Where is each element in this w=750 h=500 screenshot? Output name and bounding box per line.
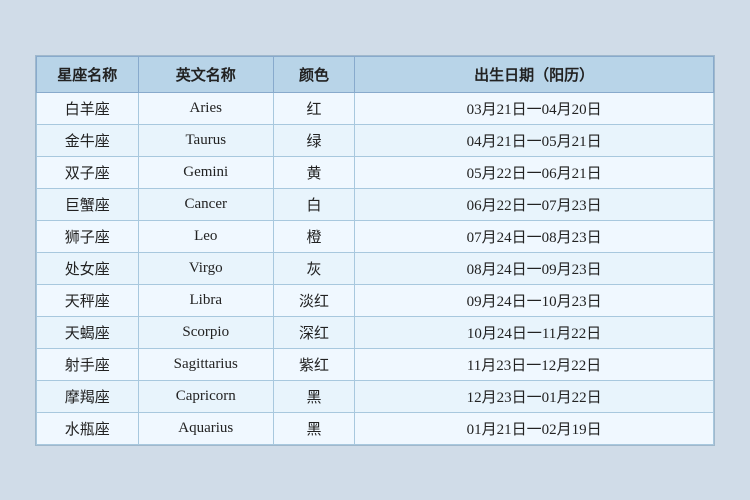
cell-color: 绿	[273, 124, 354, 156]
table-row: 摩羯座Capricorn黑12月23日一01月22日	[37, 380, 714, 412]
cell-zh: 白羊座	[37, 92, 139, 124]
cell-date: 08月24日一09月23日	[355, 252, 714, 284]
cell-zh: 摩羯座	[37, 380, 139, 412]
header-color: 颜色	[273, 56, 354, 92]
cell-zh: 射手座	[37, 348, 139, 380]
cell-zh: 水瓶座	[37, 412, 139, 444]
cell-zh: 金牛座	[37, 124, 139, 156]
cell-en: Aquarius	[138, 412, 273, 444]
table-row: 处女座Virgo灰08月24日一09月23日	[37, 252, 714, 284]
table-row: 天秤座Libra淡红09月24日一10月23日	[37, 284, 714, 316]
table-header-row: 星座名称 英文名称 颜色 出生日期（阳历）	[37, 56, 714, 92]
cell-zh: 狮子座	[37, 220, 139, 252]
cell-en: Cancer	[138, 188, 273, 220]
cell-color: 淡红	[273, 284, 354, 316]
table-row: 双子座Gemini黄05月22日一06月21日	[37, 156, 714, 188]
cell-date: 06月22日一07月23日	[355, 188, 714, 220]
table-row: 狮子座Leo橙07月24日一08月23日	[37, 220, 714, 252]
cell-color: 红	[273, 92, 354, 124]
cell-en: Capricorn	[138, 380, 273, 412]
cell-zh: 天蝎座	[37, 316, 139, 348]
cell-color: 白	[273, 188, 354, 220]
zodiac-table-wrapper: 星座名称 英文名称 颜色 出生日期（阳历） 白羊座Aries红03月21日一04…	[35, 55, 715, 446]
cell-color: 橙	[273, 220, 354, 252]
cell-date: 07月24日一08月23日	[355, 220, 714, 252]
table-row: 金牛座Taurus绿04月21日一05月21日	[37, 124, 714, 156]
table-row: 巨蟹座Cancer白06月22日一07月23日	[37, 188, 714, 220]
cell-color: 黄	[273, 156, 354, 188]
cell-date: 11月23日一12月22日	[355, 348, 714, 380]
cell-en: Aries	[138, 92, 273, 124]
cell-color: 黑	[273, 380, 354, 412]
cell-en: Sagittarius	[138, 348, 273, 380]
cell-date: 12月23日一01月22日	[355, 380, 714, 412]
cell-en: Libra	[138, 284, 273, 316]
cell-color: 灰	[273, 252, 354, 284]
cell-date: 10月24日一11月22日	[355, 316, 714, 348]
cell-color: 黑	[273, 412, 354, 444]
zodiac-table: 星座名称 英文名称 颜色 出生日期（阳历） 白羊座Aries红03月21日一04…	[36, 56, 714, 445]
header-zh: 星座名称	[37, 56, 139, 92]
cell-en: Leo	[138, 220, 273, 252]
cell-date: 05月22日一06月21日	[355, 156, 714, 188]
header-date: 出生日期（阳历）	[355, 56, 714, 92]
cell-en: Virgo	[138, 252, 273, 284]
cell-zh: 双子座	[37, 156, 139, 188]
table-row: 天蝎座Scorpio深红10月24日一11月22日	[37, 316, 714, 348]
cell-en: Scorpio	[138, 316, 273, 348]
table-row: 白羊座Aries红03月21日一04月20日	[37, 92, 714, 124]
cell-zh: 处女座	[37, 252, 139, 284]
cell-en: Gemini	[138, 156, 273, 188]
header-en: 英文名称	[138, 56, 273, 92]
cell-zh: 巨蟹座	[37, 188, 139, 220]
table-row: 射手座Sagittarius紫红11月23日一12月22日	[37, 348, 714, 380]
table-row: 水瓶座Aquarius黑01月21日一02月19日	[37, 412, 714, 444]
cell-date: 03月21日一04月20日	[355, 92, 714, 124]
cell-zh: 天秤座	[37, 284, 139, 316]
cell-en: Taurus	[138, 124, 273, 156]
cell-date: 01月21日一02月19日	[355, 412, 714, 444]
cell-color: 深红	[273, 316, 354, 348]
cell-date: 04月21日一05月21日	[355, 124, 714, 156]
cell-color: 紫红	[273, 348, 354, 380]
cell-date: 09月24日一10月23日	[355, 284, 714, 316]
